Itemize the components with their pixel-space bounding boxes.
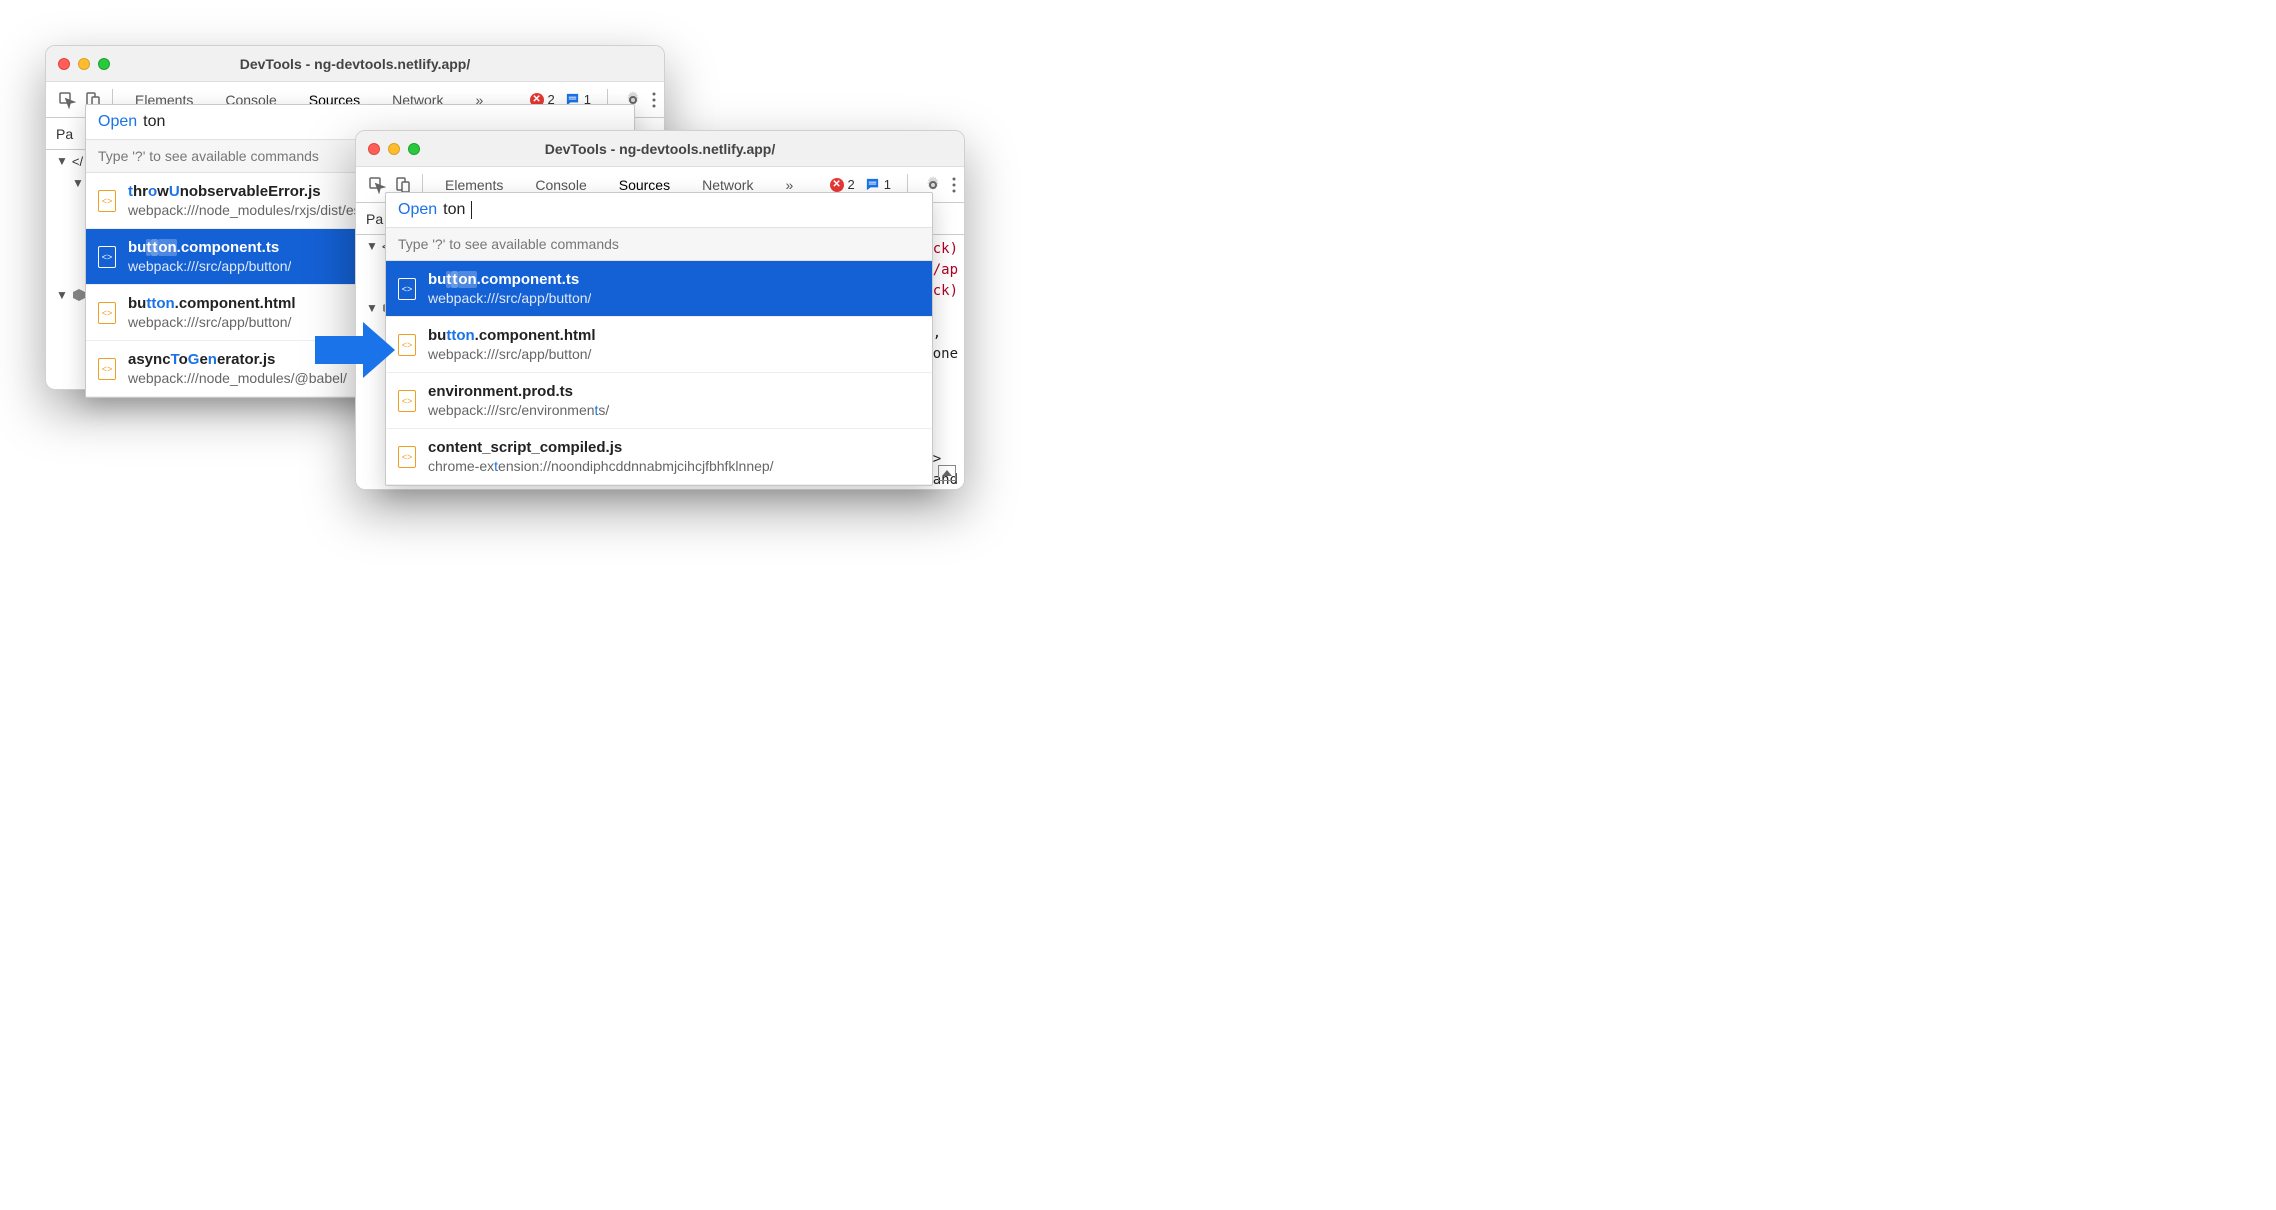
chevron-right-icon: ▼ bbox=[72, 176, 84, 190]
gear-icon[interactable] bbox=[924, 176, 942, 194]
drawer-toggle-icon[interactable] bbox=[938, 465, 956, 481]
search-input[interactable]: ton bbox=[443, 201, 465, 219]
window-title: DevTools - ng-devtools.netlify.app/ bbox=[46, 56, 664, 72]
inspect-element-icon[interactable] bbox=[54, 87, 80, 113]
message-count: 1 bbox=[884, 177, 891, 192]
chevron-down-icon: ▼ bbox=[56, 154, 68, 168]
message-icon bbox=[865, 177, 880, 192]
result-item[interactable]: content_script_compiled.js chrome-extensi… bbox=[386, 429, 932, 485]
error-count: 2 bbox=[848, 177, 855, 192]
panel-label: Pa bbox=[366, 211, 383, 227]
search-input[interactable]: ton bbox=[143, 113, 165, 131]
command-hint: Type '?' to see available commands bbox=[386, 227, 932, 261]
result-item[interactable]: button.component.html webpack:///src/app/… bbox=[386, 317, 932, 373]
file-icon bbox=[98, 190, 116, 212]
result-path: webpack:///src/app/button/ bbox=[428, 346, 595, 362]
result-title: button.component.html bbox=[428, 327, 595, 344]
result-item[interactable]: environment.prod.ts webpack:///src/enviro… bbox=[386, 373, 932, 429]
file-icon bbox=[398, 278, 416, 300]
error-icon: ✕ bbox=[830, 178, 844, 192]
kebab-menu-icon[interactable] bbox=[952, 177, 956, 193]
file-icon bbox=[98, 302, 116, 324]
chevron-down-icon: ▼ bbox=[56, 288, 68, 302]
result-title: button.component.ts bbox=[128, 239, 291, 256]
file-icon bbox=[398, 390, 416, 412]
result-path: webpack:///src/environments/ bbox=[428, 402, 609, 418]
result-title: button.component.html bbox=[128, 295, 295, 312]
text-cursor bbox=[471, 201, 472, 219]
kebab-menu-icon[interactable] bbox=[652, 92, 656, 108]
titlebar: DevTools - ng-devtools.netlify.app/ bbox=[356, 131, 964, 167]
open-label: Open bbox=[398, 201, 437, 219]
file-icon bbox=[398, 334, 416, 356]
results-list: button.component.ts webpack:///src/app/bu… bbox=[386, 261, 932, 485]
search-row[interactable]: Open ton bbox=[386, 193, 932, 227]
file-icon bbox=[398, 446, 416, 468]
result-path: webpack:///node_modules/rxjs/dist/esm bbox=[128, 202, 372, 218]
chevron-down-icon: ▼ bbox=[366, 239, 378, 253]
arrow-icon bbox=[315, 322, 395, 378]
message-badge[interactable]: 1 bbox=[865, 177, 891, 192]
result-item[interactable]: button.component.ts webpack:///src/app/bu… bbox=[386, 261, 932, 317]
titlebar: DevTools - ng-devtools.netlify.app/ bbox=[46, 46, 664, 82]
result-path: webpack:///src/app/button/ bbox=[128, 258, 291, 274]
chevron-down-icon: ▼ bbox=[366, 301, 378, 315]
result-title: throwUnobservableError.js bbox=[128, 183, 372, 200]
result-path: webpack:///src/app/button/ bbox=[128, 314, 295, 330]
command-menu-popup: Open ton Type '?' to see available comma… bbox=[385, 192, 933, 486]
open-label: Open bbox=[98, 113, 137, 131]
error-badge[interactable]: ✕ 2 bbox=[830, 177, 855, 192]
result-title: environment.prod.ts bbox=[428, 383, 609, 400]
file-icon bbox=[98, 246, 116, 268]
result-title: button.component.ts bbox=[428, 271, 591, 288]
result-path: chrome-extension://noondiphcddnnabmjcihc… bbox=[428, 458, 774, 474]
result-title: content_script_compiled.js bbox=[428, 439, 774, 456]
file-icon bbox=[98, 358, 116, 380]
window-title: DevTools - ng-devtools.netlify.app/ bbox=[356, 141, 964, 157]
result-path: webpack:///src/app/button/ bbox=[428, 290, 591, 306]
panel-label: Pa bbox=[56, 126, 73, 142]
